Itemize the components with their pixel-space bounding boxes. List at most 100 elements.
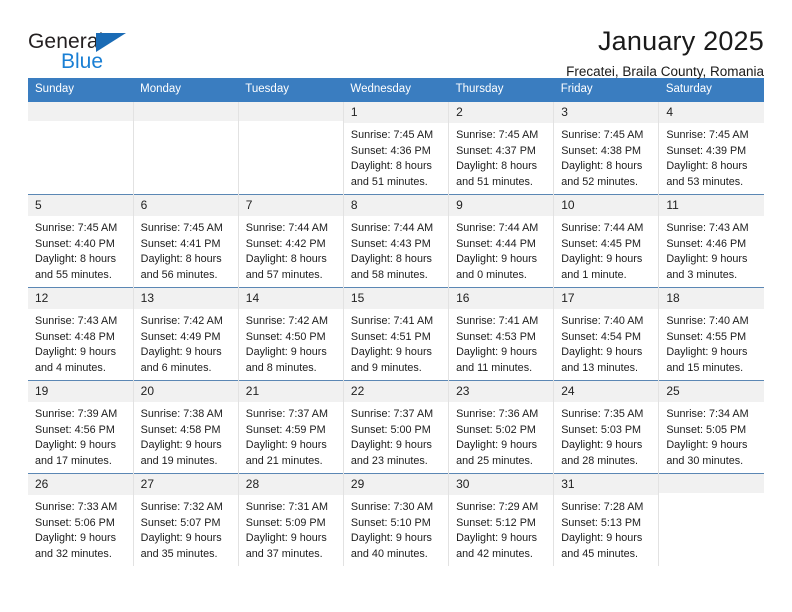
day-details: Sunrise: 7:37 AM Sunset: 5:00 PM Daylight:… (344, 402, 448, 470)
day-details: Sunrise: 7:41 AM Sunset: 4:51 PM Daylight:… (344, 309, 448, 377)
day-number: 3 (554, 101, 659, 123)
calendar-day-cell[interactable]: 10 Sunrise: 7:44 AM Sunset: 4:45 PM Dayligh… (553, 193, 660, 288)
calendar-day-cell[interactable]: 2 Sunrise: 7:45 AM Sunset: 4:37 PM Daylight… (448, 101, 555, 195)
day-details: Sunrise: 7:32 AM Sunset: 5:07 PM Daylight:… (134, 495, 238, 563)
calendar-day-cell[interactable]: 16 Sunrise: 7:41 AM Sunset: 4:53 PM Dayligh… (448, 286, 555, 381)
sunrise-text: Sunrise: 7:40 AM (561, 314, 644, 327)
daylight-text-line2: and 37 minutes. (245, 548, 323, 561)
page-title: January 2025 (597, 26, 764, 56)
calendar-day-cell[interactable]: 25 Sunrise: 7:34 AM Sunset: 5:05 PM Dayligh… (658, 379, 764, 474)
calendar-day-cell[interactable]: 6 Sunrise: 7:45 AM Sunset: 4:41 PM Daylight… (133, 193, 239, 288)
sunrise-text: Sunrise: 7:44 AM (456, 221, 539, 234)
calendar-day-cell[interactable]: 22 Sunrise: 7:37 AM Sunset: 5:00 PM Dayligh… (343, 379, 450, 474)
daylight-text-line2: and 57 minutes. (245, 269, 323, 282)
weekday-header-thursday: Thursday (448, 78, 554, 102)
sunrise-text: Sunrise: 7:44 AM (350, 221, 434, 234)
calendar-day-cell[interactable]: 13 Sunrise: 7:42 AM Sunset: 4:49 PM Dayligh… (133, 286, 239, 381)
sunrise-text: Sunrise: 7:38 AM (140, 407, 223, 420)
daylight-text-line1: Daylight: 9 hours (245, 439, 327, 452)
calendar-day-cell[interactable]: 26 Sunrise: 7:33 AM Sunset: 5:06 PM Dayligh… (28, 472, 134, 566)
calendar-day-cell[interactable]: 12 Sunrise: 7:43 AM Sunset: 4:48 PM Dayligh… (28, 286, 134, 381)
sunset-text: Sunset: 4:40 PM (35, 237, 115, 250)
sunrise-text: Sunrise: 7:45 AM (35, 221, 118, 234)
day-details: Sunrise: 7:36 AM Sunset: 5:02 PM Daylight:… (449, 402, 553, 470)
day-number: 14 (238, 287, 343, 309)
day-number: 17 (554, 287, 659, 309)
sunset-text: Sunset: 5:06 PM (35, 516, 115, 529)
calendar-day-cell-empty (133, 101, 239, 195)
calendar-day-cell[interactable]: 8 Sunrise: 7:44 AM Sunset: 4:43 PM Daylight… (343, 193, 450, 288)
calendar-day-cell[interactable]: 24 Sunrise: 7:35 AM Sunset: 5:03 PM Dayligh… (553, 379, 660, 474)
calendar-day-cell[interactable]: 11 Sunrise: 7:43 AM Sunset: 4:46 PM Dayligh… (658, 193, 764, 288)
sunrise-text: Sunrise: 7:41 AM (350, 314, 434, 327)
day-number: 20 (133, 380, 238, 402)
day-details: Sunrise: 7:45 AM Sunset: 4:36 PM Daylight:… (344, 123, 448, 191)
day-details: Sunrise: 7:33 AM Sunset: 5:06 PM Daylight:… (28, 495, 133, 563)
day-number: 10 (554, 194, 659, 216)
calendar-day-cell[interactable]: 3 Sunrise: 7:45 AM Sunset: 4:38 PM Daylight… (553, 101, 660, 195)
day-number: 15 (343, 287, 449, 309)
daylight-text-line2: and 45 minutes. (561, 548, 639, 561)
calendar-day-cell[interactable]: 1 Sunrise: 7:45 AM Sunset: 4:36 PM Daylight… (343, 101, 450, 195)
weekday-header-tuesday: Tuesday (238, 78, 344, 102)
calendar-day-cell[interactable]: 20 Sunrise: 7:38 AM Sunset: 4:58 PM Dayligh… (133, 379, 239, 474)
sunrise-text: Sunrise: 7:37 AM (350, 407, 434, 420)
calendar-day-cell[interactable]: 30 Sunrise: 7:29 AM Sunset: 5:12 PM Dayligh… (448, 472, 555, 566)
calendar-day-cell[interactable]: 5 Sunrise: 7:45 AM Sunset: 4:40 PM Daylight… (28, 193, 134, 288)
calendar-day-cell[interactable]: 17 Sunrise: 7:40 AM Sunset: 4:54 PM Dayligh… (553, 286, 660, 381)
daylight-text-line1: Daylight: 9 hours (140, 532, 222, 545)
weekday-header-saturday: Saturday (658, 78, 764, 102)
weekday-header-wednesday: Wednesday (343, 78, 449, 102)
sunrise-text: Sunrise: 7:39 AM (35, 407, 118, 420)
daylight-text-line1: Daylight: 8 hours (140, 253, 222, 266)
day-details: Sunrise: 7:44 AM Sunset: 4:42 PM Daylight:… (239, 216, 343, 284)
day-number: 1 (343, 101, 449, 123)
day-details: Sunrise: 7:37 AM Sunset: 4:59 PM Daylight:… (239, 402, 343, 470)
calendar-day-cell[interactable]: 31 Sunrise: 7:28 AM Sunset: 5:13 PM Dayligh… (553, 472, 660, 566)
calendar-day-cell[interactable]: 9 Sunrise: 7:44 AM Sunset: 4:44 PM Daylight… (448, 193, 555, 288)
sunset-text: Sunset: 4:37 PM (456, 144, 536, 157)
day-number: 7 (238, 194, 343, 216)
calendar-day-cell[interactable]: 28 Sunrise: 7:31 AM Sunset: 5:09 PM Dayligh… (238, 472, 344, 566)
logo[interactable]: General Blue (28, 27, 148, 83)
calendar-day-cell[interactable]: 14 Sunrise: 7:42 AM Sunset: 4:50 PM Dayligh… (238, 286, 344, 381)
day-details: Sunrise: 7:31 AM Sunset: 5:09 PM Daylight:… (239, 495, 343, 563)
day-number: 24 (554, 380, 659, 402)
daylight-text-line1: Daylight: 9 hours (456, 532, 538, 545)
sunset-text: Sunset: 5:07 PM (140, 516, 221, 529)
daylight-text-line2: and 9 minutes. (350, 362, 422, 375)
calendar-day-cell[interactable]: 18 Sunrise: 7:40 AM Sunset: 4:55 PM Dayligh… (658, 286, 764, 381)
page-header: General Blue January 2025 Frecatei, Brai… (28, 0, 764, 79)
calendar-day-cell[interactable]: 27 Sunrise: 7:32 AM Sunset: 5:07 PM Dayligh… (133, 472, 239, 566)
daylight-text-line1: Daylight: 9 hours (350, 346, 432, 359)
day-number: 6 (133, 194, 238, 216)
day-number: 11 (659, 194, 764, 216)
day-number: 9 (449, 194, 554, 216)
sunset-text: Sunset: 5:09 PM (245, 516, 326, 529)
daylight-text-line2: and 6 minutes. (140, 362, 212, 375)
calendar-day-cell-empty (658, 472, 764, 566)
sunrise-text: Sunrise: 7:41 AM (456, 314, 539, 327)
weekday-header-friday: Friday (553, 78, 659, 102)
sunrise-text: Sunrise: 7:29 AM (456, 500, 539, 513)
daylight-text-line2: and 30 minutes. (666, 455, 744, 468)
logo-text-blue: Blue (61, 50, 104, 73)
calendar-day-cell[interactable]: 23 Sunrise: 7:36 AM Sunset: 5:02 PM Dayligh… (448, 379, 555, 474)
calendar-week-row: 19 Sunrise: 7:39 AM Sunset: 4:56 PM Dayligh… (28, 379, 764, 474)
calendar-day-cell[interactable]: 29 Sunrise: 7:30 AM Sunset: 5:10 PM Dayligh… (343, 472, 450, 566)
calendar-day-cell[interactable]: 7 Sunrise: 7:44 AM Sunset: 4:42 PM Daylight… (238, 193, 344, 288)
daylight-text-line2: and 55 minutes. (35, 269, 112, 282)
sunrise-text: Sunrise: 7:44 AM (245, 221, 329, 234)
calendar-day-cell[interactable]: 4 Sunrise: 7:45 AM Sunset: 4:39 PM Daylight… (658, 101, 764, 195)
calendar-day-cell[interactable]: 15 Sunrise: 7:41 AM Sunset: 4:51 PM Dayligh… (343, 286, 450, 381)
calendar-day-cell[interactable]: 19 Sunrise: 7:39 AM Sunset: 4:56 PM Dayligh… (28, 379, 134, 474)
sunrise-text: Sunrise: 7:33 AM (35, 500, 118, 513)
daylight-text-line1: Daylight: 9 hours (140, 439, 222, 452)
daylight-text-line1: Daylight: 9 hours (561, 346, 643, 359)
sunset-text: Sunset: 4:49 PM (140, 330, 221, 343)
sunrise-text: Sunrise: 7:44 AM (561, 221, 644, 234)
daylight-text-line2: and 32 minutes. (35, 548, 112, 561)
daylight-text-line2: and 51 minutes. (350, 176, 428, 189)
calendar-day-cell[interactable]: 21 Sunrise: 7:37 AM Sunset: 4:59 PM Dayligh… (238, 379, 344, 474)
day-details: Sunrise: 7:45 AM Sunset: 4:37 PM Daylight:… (449, 123, 553, 191)
